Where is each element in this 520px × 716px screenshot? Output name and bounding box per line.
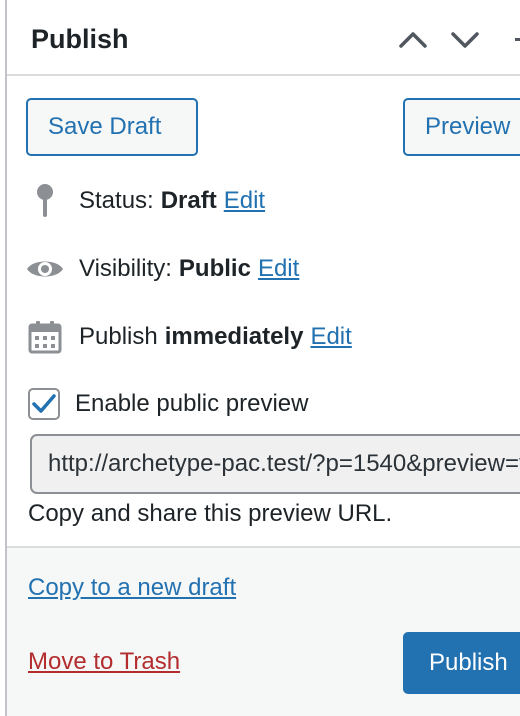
panel-header: Publish xyxy=(7,0,520,76)
chevron-down-icon xyxy=(451,32,479,48)
preview-button[interactable]: Preview xyxy=(403,98,520,156)
publish-panel: Publish Save Draft Preview Status: Draft… xyxy=(5,0,520,716)
status-row: Status: Draft Edit xyxy=(7,181,265,221)
publish-button[interactable]: Publish xyxy=(403,632,520,694)
eye-icon xyxy=(25,249,65,289)
visibility-row: Visibility: Public Edit xyxy=(7,249,299,289)
visibility-edit-link[interactable]: Edit xyxy=(258,255,299,283)
status-edit-link[interactable]: Edit xyxy=(224,187,265,215)
visibility-value: Public xyxy=(178,255,251,282)
visibility-label: Visibility: xyxy=(79,255,172,282)
pin-icon xyxy=(25,181,65,221)
schedule-edit-link[interactable]: Edit xyxy=(310,323,351,351)
schedule-row: Publish immediately Edit xyxy=(7,317,352,357)
move-down-button[interactable] xyxy=(445,22,485,58)
schedule-label: Publish xyxy=(79,323,158,350)
move-up-button[interactable] xyxy=(393,22,433,58)
status-label: Status: xyxy=(79,187,154,214)
major-publishing-actions: Copy to a new draft Move to Trash Publis… xyxy=(7,546,520,716)
toggle-panel-icon[interactable] xyxy=(515,38,520,41)
copy-to-new-draft-link[interactable]: Copy to a new draft xyxy=(28,574,236,602)
preview-url-hint: Copy and share this preview URL. xyxy=(28,500,393,527)
public-preview-checkbox[interactable] xyxy=(28,388,60,420)
move-to-trash-link[interactable]: Move to Trash xyxy=(28,648,180,676)
schedule-value: immediately xyxy=(164,323,304,350)
checkmark-icon xyxy=(32,394,56,413)
calendar-icon xyxy=(25,317,65,357)
panel-title: Publish xyxy=(31,24,129,54)
preview-url-field[interactable]: http://archetype-pac.test/?p=1540&previe… xyxy=(30,434,520,494)
chevron-up-icon xyxy=(399,32,427,48)
save-draft-button[interactable]: Save Draft xyxy=(26,98,198,156)
public-preview-label: Enable public preview xyxy=(75,390,309,417)
status-value: Draft xyxy=(160,187,217,214)
